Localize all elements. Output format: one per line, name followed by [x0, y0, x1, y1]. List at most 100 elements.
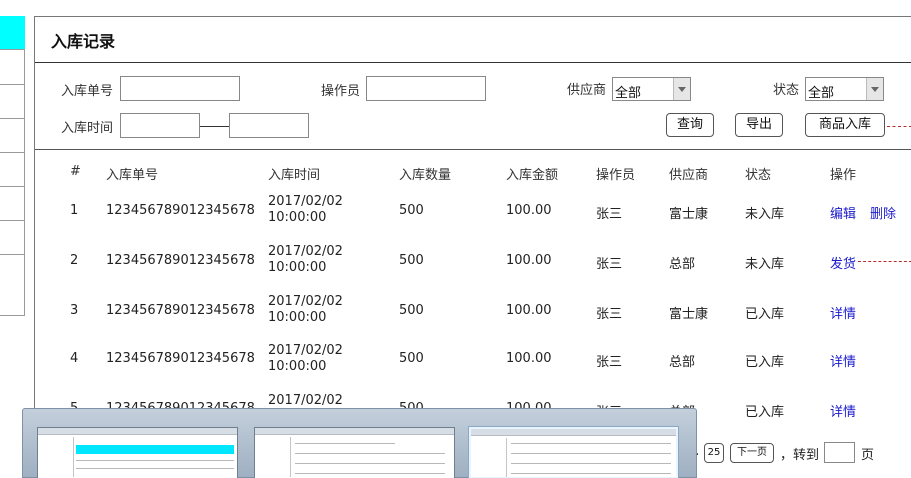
sidebar [0, 16, 25, 316]
row-time: 10:00:00 [268, 260, 327, 275]
filter-divider [35, 149, 911, 150]
annotation-line [858, 261, 911, 262]
detail-link[interactable]: 详情 [830, 401, 856, 420]
thumbnail-line [295, 453, 445, 454]
detail-link[interactable]: 详情 [830, 303, 856, 322]
row-amount: 100.00 [506, 203, 552, 218]
thumbnail-line [295, 473, 445, 474]
edit-link[interactable]: 编辑 [830, 203, 856, 222]
query-button[interactable]: 查询 [666, 113, 714, 137]
row-amount: 100.00 [506, 351, 552, 366]
window-thumbnail[interactable] [37, 427, 238, 478]
row-index: 1 [70, 203, 79, 218]
thumbnail-line [76, 468, 234, 469]
row-qty: 500 [399, 351, 424, 366]
row-supplier: 总部 [669, 257, 696, 272]
sidebar-divider [0, 254, 25, 255]
row-index: 2 [70, 253, 79, 268]
operator-label: 操作员 [321, 84, 361, 99]
col-header-order-no: 入库单号 [106, 168, 159, 183]
title-divider [35, 62, 911, 63]
thumbnail-line [511, 443, 671, 444]
row-operator: 张三 [596, 257, 623, 272]
col-header-status: 状态 [745, 168, 772, 183]
thumbnail-sidebar [257, 437, 291, 477]
row-order-no: 123456789012345678 [106, 203, 255, 218]
col-header-time: 入库时间 [268, 168, 321, 183]
thumbnail-sidebar [473, 438, 507, 477]
end-date-input[interactable] [229, 113, 309, 138]
row-date: 2017/02/02 [268, 194, 343, 209]
chevron-down-icon[interactable] [673, 78, 690, 100]
thumbnail-titlebar [38, 428, 237, 435]
sidebar-divider [0, 315, 25, 316]
status-select[interactable]: 全部 [805, 77, 884, 101]
sidebar-item-active[interactable] [0, 16, 25, 50]
row-date: 2017/02/02 [268, 244, 343, 259]
col-header-index: # [70, 164, 81, 179]
row-time: 10:00:00 [268, 310, 327, 325]
thumbnail-line [295, 443, 395, 444]
sidebar-divider [0, 118, 25, 119]
row-index: 3 [70, 303, 79, 318]
thumbnail-header-bar [76, 445, 234, 454]
page-button-last[interactable]: 25 [704, 443, 724, 463]
row-status: 未入库 [745, 207, 785, 222]
supplier-select[interactable]: 全部 [612, 77, 691, 101]
row-order-no: 123456789012345678 [106, 303, 255, 318]
start-date-input[interactable] [120, 113, 200, 138]
page-title: 入库记录 [51, 32, 116, 51]
window-thumbnail-active[interactable] [469, 427, 678, 478]
col-header-qty: 入库数量 [399, 168, 452, 183]
col-header-amount: 入库金额 [506, 168, 559, 183]
page-unit-label: 页 [861, 448, 875, 463]
row-supplier: 富士康 [669, 207, 709, 222]
chevron-down-icon[interactable] [866, 78, 883, 100]
next-page-button[interactable]: 下一页 [730, 443, 774, 463]
thumbnail-sidebar [40, 437, 74, 477]
goto-label: ，转到 [780, 448, 820, 463]
thumbnail-line [511, 473, 671, 474]
row-date: 2017/02/02 [268, 343, 343, 358]
stock-in-button[interactable]: 商品入库 [805, 113, 885, 137]
row-status: 已入库 [745, 307, 785, 322]
row-order-no: 123456789012345678 [106, 351, 255, 366]
sidebar-divider [0, 220, 25, 221]
row-operator: 张三 [596, 355, 623, 370]
thumbnail-line [295, 463, 445, 464]
row-status: 未入库 [745, 257, 785, 272]
row-qty: 500 [399, 303, 424, 318]
sidebar-divider [0, 152, 25, 153]
row-time: 10:00:00 [268, 359, 327, 374]
status-select-value: 全部 [808, 86, 835, 101]
sidebar-divider [0, 186, 25, 187]
operator-input[interactable] [366, 76, 486, 101]
col-header-supplier: 供应商 [669, 168, 709, 183]
ship-link[interactable]: 发货 [830, 253, 856, 272]
thumbnail-line [511, 463, 671, 464]
thumbnail-titlebar [255, 428, 454, 435]
thumbnail-line [511, 453, 671, 454]
order-no-label: 入库单号 [61, 84, 114, 99]
row-order-no: 123456789012345678 [106, 253, 255, 268]
row-qty: 500 [399, 203, 424, 218]
export-button[interactable]: 导出 [735, 113, 783, 137]
detail-link[interactable]: 详情 [830, 351, 856, 370]
col-header-actions: 操作 [830, 168, 857, 183]
goto-page-input[interactable] [824, 442, 855, 463]
window-thumbnail[interactable] [254, 427, 455, 478]
order-no-input[interactable] [120, 76, 240, 101]
col-header-operator: 操作员 [596, 168, 636, 183]
status-label: 状态 [773, 83, 800, 98]
sidebar-divider [0, 84, 25, 85]
row-supplier: 总部 [669, 355, 696, 370]
row-date: 2017/02/02 [268, 393, 343, 408]
row-qty: 500 [399, 253, 424, 268]
row-status: 已入库 [745, 355, 785, 370]
supplier-select-value: 全部 [615, 86, 642, 101]
row-index: 4 [70, 351, 79, 366]
row-date: 2017/02/02 [268, 294, 343, 309]
delete-link[interactable]: 删除 [870, 203, 896, 222]
thumbnail-titlebar [471, 429, 676, 436]
row-time: 10:00:00 [268, 210, 327, 225]
